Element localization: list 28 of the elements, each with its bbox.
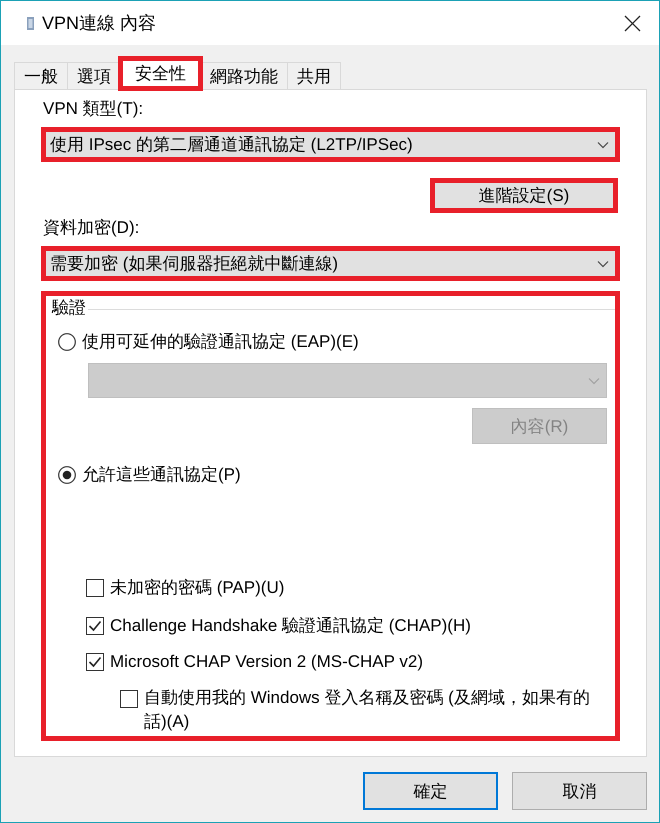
- checkbox-label: Challenge Handshake 驗證通訊協定 (CHAP)(H): [110, 615, 471, 637]
- chevron-down-icon: [588, 376, 600, 384]
- checkbox-label: 未加密的密碼 (PAP)(U): [110, 577, 284, 599]
- close-icon[interactable]: [624, 14, 641, 32]
- dialog-button[interactable]: 確定: [363, 772, 498, 810]
- window-title: VPN連線 內容: [42, 12, 158, 35]
- checkbox[interactable]: [86, 616, 104, 634]
- dialog-button[interactable]: 取消: [512, 772, 647, 810]
- encryption-dropdown[interactable]: 需要加密 (如果伺服器拒絕就中斷連線): [43, 248, 618, 279]
- chevron-down-icon: [597, 260, 609, 268]
- radio-label: 使用可延伸的驗證通訊協定 (EAP)(E): [82, 331, 359, 353]
- radio-button[interactable]: [58, 332, 76, 350]
- vpn-type-dropdown[interactable]: 使用 IPsec 的第二層通道通訊協定 (L2TP/IPSec): [43, 129, 618, 160]
- checkbox[interactable]: [120, 690, 138, 708]
- checkbox-label: Microsoft CHAP Version 2 (MS-CHAP v2): [110, 652, 424, 672]
- checkbox[interactable]: [86, 653, 104, 671]
- tab[interactable]: 共用: [287, 62, 341, 89]
- phone-book-icon: [27, 16, 34, 30]
- advanced-settings-button[interactable]: 進階設定(S): [432, 180, 616, 211]
- tab[interactable]: 安全性: [120, 58, 201, 89]
- chevron-down-icon: [597, 140, 609, 148]
- radio-label: 允許這些通訊協定(P): [82, 464, 241, 486]
- tab[interactable]: 一般: [14, 62, 68, 89]
- checkbox[interactable]: [86, 578, 104, 596]
- field-label: 資料加密(D):: [43, 217, 140, 239]
- checkbox-label: 自動使用我的 Windows 登入名稱及密碼 (及網域，如果有的話)(A): [144, 687, 591, 733]
- field-label: VPN 類型(T):: [43, 98, 144, 120]
- radio-button[interactable]: [58, 466, 76, 484]
